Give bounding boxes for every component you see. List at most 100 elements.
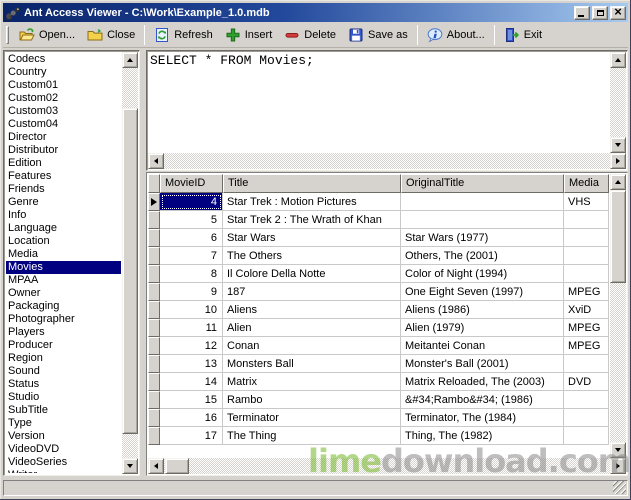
sidebar-item[interactable]: Director (6, 131, 121, 144)
cell-title[interactable]: Aliens (223, 301, 401, 319)
grid-vertical-scrollbar[interactable] (610, 174, 626, 458)
table-row[interactable]: 5 Star Trek 2 : The Wrath of Khan (148, 211, 609, 229)
row-selector[interactable] (148, 229, 160, 247)
cell-title[interactable]: Rambo (223, 391, 401, 409)
cell-media[interactable] (564, 355, 609, 373)
table-row[interactable]: 10 Aliens Aliens (1986) XviD (148, 301, 609, 319)
cell-originaltitle[interactable]: Thing, The (1982) (401, 427, 564, 445)
cell-originaltitle[interactable]: Meitantei Conan (401, 337, 564, 355)
table-row[interactable]: 14 Matrix Matrix Reloaded, The (2003) DV… (148, 373, 609, 391)
scroll-left-button[interactable] (148, 153, 164, 169)
sidebar-item[interactable]: Type (6, 417, 121, 430)
sql-query-input[interactable]: SELECT * FROM Movies; (150, 53, 607, 68)
table-row[interactable]: 13 Monsters Ball Monster's Ball (2001) (148, 355, 609, 373)
scroll-right-button[interactable] (610, 458, 626, 474)
sidebar-item[interactable]: Friends (6, 183, 121, 196)
cell-media[interactable]: XviD (564, 301, 609, 319)
cell-media[interactable] (564, 229, 609, 247)
sidebar-item[interactable]: MPAA (6, 274, 121, 287)
sidebar-item[interactable]: Distributor (6, 144, 121, 157)
table-row[interactable]: 8 Il Colore Della Notte Color of Night (… (148, 265, 609, 283)
refresh-button[interactable]: Refresh (148, 24, 219, 46)
scrollbar-thumb[interactable] (165, 458, 189, 474)
resize-grip[interactable] (613, 481, 626, 494)
sidebar-item[interactable]: Custom02 (6, 92, 121, 105)
maximize-button[interactable] (592, 6, 608, 20)
sidebar-item[interactable]: Custom01 (6, 79, 121, 92)
cell-title[interactable]: 187 (223, 283, 401, 301)
cell-movieid[interactable]: 15 (160, 391, 223, 409)
table-row[interactable]: 11 Alien Alien (1979) MPEG (148, 319, 609, 337)
cell-media[interactable]: MPEG (564, 319, 609, 337)
cell-title[interactable]: The Others (223, 247, 401, 265)
cell-originaltitle[interactable]: Aliens (1986) (401, 301, 564, 319)
cell-media[interactable]: VHS (564, 193, 609, 211)
delete-button[interactable]: Delete (278, 24, 342, 46)
close-file-button[interactable]: Close (81, 24, 141, 46)
row-selector[interactable] (148, 409, 160, 427)
sidebar-item[interactable]: Producer (6, 339, 121, 352)
sql-vertical-scrollbar[interactable] (610, 52, 626, 153)
sidebar-item[interactable]: VideoSeries (6, 456, 121, 469)
sidebar-item[interactable]: Photographer (6, 313, 121, 326)
cell-media[interactable]: DVD (564, 373, 609, 391)
cell-movieid[interactable]: 12 (160, 337, 223, 355)
cell-originaltitle[interactable]: Terminator, The (1984) (401, 409, 564, 427)
sidebar-item[interactable]: Custom03 (6, 105, 121, 118)
cell-originaltitle[interactable]: Monster's Ball (2001) (401, 355, 564, 373)
cell-originaltitle[interactable] (401, 211, 564, 229)
cell-originaltitle[interactable]: &#34;Rambo&#34; (1986) (401, 391, 564, 409)
cell-title[interactable]: Il Colore Della Notte (223, 265, 401, 283)
sidebar-scrollbar[interactable] (122, 52, 138, 474)
row-selector[interactable] (148, 247, 160, 265)
cell-title[interactable]: Matrix (223, 373, 401, 391)
open-button[interactable]: Open... (13, 24, 81, 46)
scroll-up-button[interactable] (610, 174, 626, 190)
table-row[interactable]: 15 Rambo &#34;Rambo&#34; (1986) (148, 391, 609, 409)
scroll-down-button[interactable] (610, 137, 626, 153)
save-as-button[interactable]: Save as (342, 24, 414, 46)
cell-movieid[interactable]: 4 (160, 193, 223, 211)
cell-media[interactable] (564, 409, 609, 427)
scrollbar-thumb[interactable] (610, 190, 626, 283)
table-row[interactable]: 4 Star Trek : Motion Pictures VHS (148, 193, 609, 211)
sidebar-item[interactable]: Status (6, 378, 121, 391)
cell-originaltitle[interactable]: Alien (1979) (401, 319, 564, 337)
titlebar[interactable]: Ant Access Viewer - C:\Work\Example_1.0.… (3, 3, 628, 22)
minimize-button[interactable] (574, 6, 590, 20)
table-row[interactable]: 7 The Others Others, The (2001) (148, 247, 609, 265)
sidebar-item[interactable]: VideoDVD (6, 443, 121, 456)
scroll-up-button[interactable] (122, 52, 138, 68)
cell-movieid[interactable]: 17 (160, 427, 223, 445)
sidebar-item[interactable]: Region (6, 352, 121, 365)
cell-movieid[interactable]: 8 (160, 265, 223, 283)
cell-movieid[interactable]: 14 (160, 373, 223, 391)
column-header-title[interactable]: Title (223, 174, 401, 193)
column-header-originaltitle[interactable]: OriginalTitle (401, 174, 564, 193)
cell-movieid[interactable]: 13 (160, 355, 223, 373)
cell-title[interactable]: The Thing (223, 427, 401, 445)
column-header-movieid[interactable]: MovieID (160, 174, 223, 193)
cell-title[interactable]: Star Trek : Motion Pictures (223, 193, 401, 211)
cell-title[interactable]: Monsters Ball (223, 355, 401, 373)
sidebar-item[interactable]: Country (6, 66, 121, 79)
scroll-down-button[interactable] (122, 458, 138, 474)
table-row[interactable]: 16 Terminator Terminator, The (1984) (148, 409, 609, 427)
cell-movieid[interactable]: 6 (160, 229, 223, 247)
sidebar-item[interactable]: Players (6, 326, 121, 339)
cell-media[interactable]: MPEG (564, 337, 609, 355)
sidebar-item[interactable]: Features (6, 170, 121, 183)
cell-media[interactable] (564, 391, 609, 409)
scroll-up-button[interactable] (610, 52, 626, 68)
cell-media[interactable] (564, 211, 609, 229)
sql-horizontal-scrollbar[interactable] (148, 153, 626, 169)
sidebar-item[interactable]: Codecs (6, 53, 121, 66)
sidebar-item[interactable]: Info (6, 209, 121, 222)
row-selector[interactable] (148, 337, 160, 355)
cell-media[interactable] (564, 427, 609, 445)
row-selector[interactable] (148, 391, 160, 409)
row-selector[interactable] (148, 193, 160, 211)
header-corner[interactable] (148, 174, 160, 193)
cell-originaltitle[interactable]: Color of Night (1994) (401, 265, 564, 283)
cell-title[interactable]: Terminator (223, 409, 401, 427)
